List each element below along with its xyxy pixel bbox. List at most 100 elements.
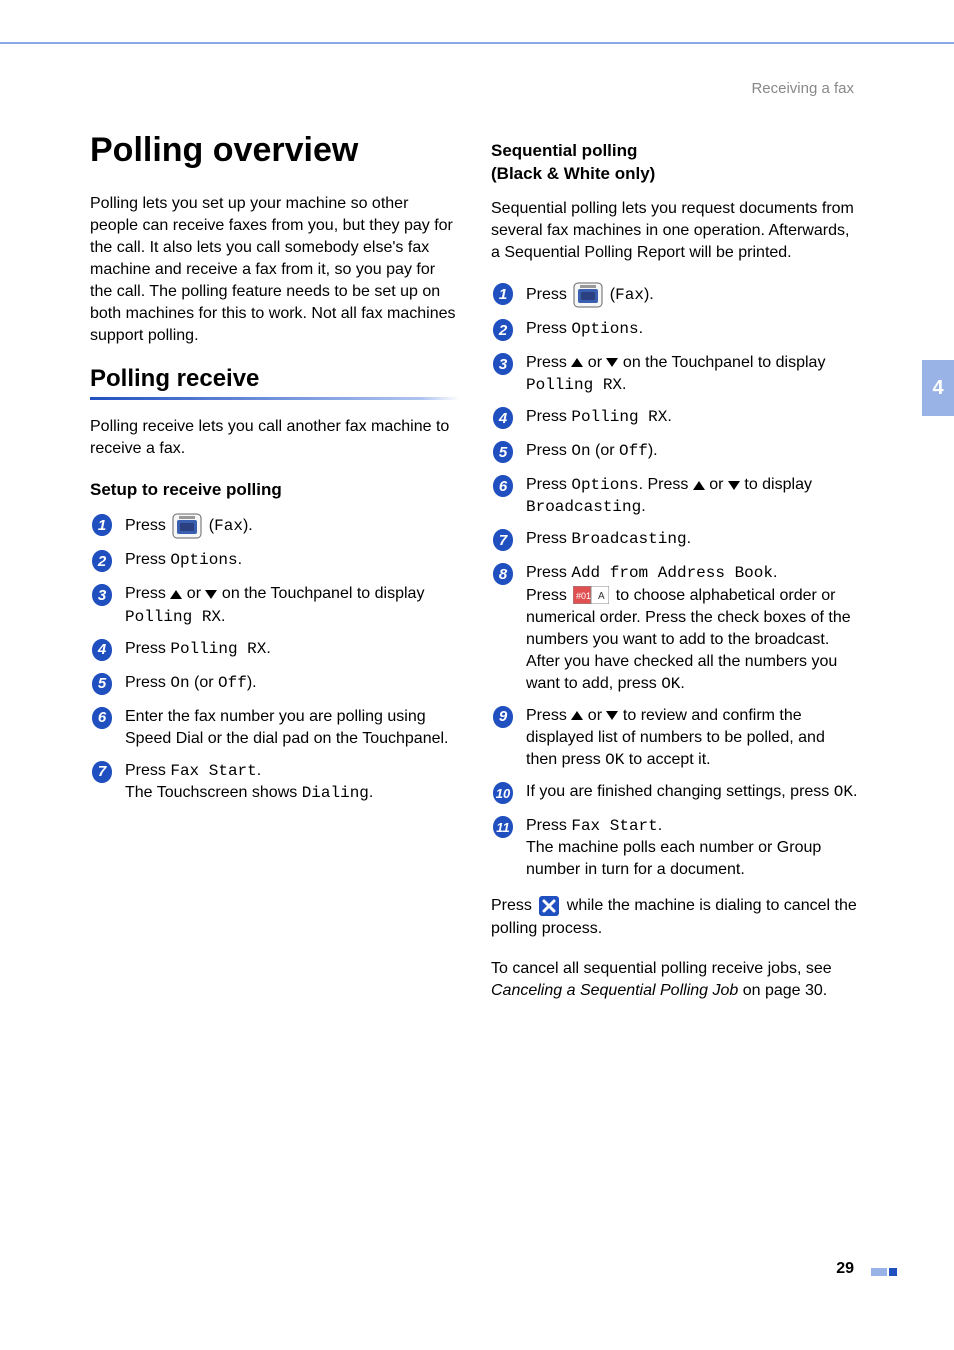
rs5e: ). (648, 442, 658, 459)
s5a: Press (125, 674, 170, 691)
rs3d: Polling RX (526, 376, 622, 394)
step-badge-9: 9 (491, 705, 515, 729)
up-arrow-icon (571, 711, 583, 721)
page-title: Polling overview (90, 130, 459, 171)
step-badge-2: 2 (491, 318, 515, 342)
rstep-8: 8 Press Add from Address Book. Press #01… (491, 562, 860, 694)
step-1: 1 Press (Fax). (90, 513, 459, 539)
s7l2b: Dialing (302, 784, 369, 802)
rs3a: Press (526, 354, 571, 371)
rs6g: . (641, 498, 645, 515)
rs4c: . (667, 408, 671, 425)
s3c: on the Touchpanel to display (217, 585, 424, 602)
s5d: Off (218, 674, 247, 692)
rs8l3b: OK (661, 675, 680, 693)
step-badge-3: 3 (90, 583, 114, 607)
step-badge-6: 6 (90, 706, 114, 730)
step-badge-7: 7 (491, 528, 515, 552)
rs6a: Press (526, 476, 571, 493)
rs7a: Press (526, 530, 571, 547)
cancel-dialing-note: Press while the machine is dialing to ca… (491, 895, 860, 939)
s2b: Options (170, 551, 237, 569)
rstep-9: 9 Press or to review and confirm the dis… (491, 705, 860, 771)
rstep-7: 7 Press Broadcasting. (491, 528, 860, 552)
rs8b: Add from Address Book (571, 564, 773, 582)
rs8l2a: Press (526, 587, 571, 604)
section-header: Receiving a fax (751, 80, 854, 97)
rstep-4: 4 Press Polling RX. (491, 406, 860, 430)
top-rule (0, 42, 954, 44)
s2a: Press (125, 551, 170, 568)
s1c: Fax (214, 518, 243, 536)
step-badge-4: 4 (90, 638, 114, 662)
rs8c: . (773, 564, 777, 581)
s5c: (or (190, 674, 218, 691)
s7c: . (257, 762, 261, 779)
step-badge-3: 3 (491, 352, 515, 376)
rstep-2: 2 Press Options. (491, 318, 860, 342)
rs6e: to display (740, 476, 812, 493)
rs6b: Options (571, 476, 638, 494)
s5b: On (170, 674, 189, 692)
step-badge-10: 10 (491, 781, 515, 805)
rstep-11: 11 Press Fax Start. The machine polls ea… (491, 815, 860, 881)
rs7c: . (687, 530, 691, 547)
step-5: 5 Press On (or Off). (90, 672, 459, 696)
rs1b: ( (605, 286, 615, 303)
rs11b: Fax Start (571, 817, 657, 835)
s4a: Press (125, 640, 170, 657)
step-4: 4 Press Polling RX. (90, 638, 459, 662)
h2-underline (90, 397, 459, 400)
chapter-tab: 4 (922, 360, 954, 416)
footer-decoration (871, 1268, 899, 1278)
step-6: 6 Enter the fax number you are polling u… (90, 706, 459, 750)
s3a: Press (125, 585, 170, 602)
sequential-intro: Sequential polling lets you request docu… (491, 198, 860, 264)
s3d: Polling RX (125, 608, 221, 626)
rstep-1: 1 Press (Fax). (491, 282, 860, 308)
step-badge-1: 1 (491, 282, 515, 306)
s6: Enter the fax number you are polling usi… (125, 706, 459, 750)
rs4a: Press (526, 408, 571, 425)
rs8a: Press (526, 564, 571, 581)
rs5d: Off (619, 442, 648, 460)
down-arrow-icon (205, 589, 217, 599)
s4c: . (266, 640, 270, 657)
down-arrow-icon (606, 711, 618, 721)
rs10a: If you are finished changing settings, p… (526, 783, 834, 800)
s3b: or (182, 585, 205, 602)
s3e: . (221, 608, 225, 625)
step-badge-4: 4 (491, 406, 515, 430)
rs2b: Options (571, 320, 638, 338)
rs11c: . (658, 817, 662, 834)
step-2: 2 Press Options. (90, 549, 459, 573)
chapter-number: 4 (932, 377, 943, 400)
right-column: Sequential polling(Black & White only) S… (491, 130, 860, 1020)
s7l2a: The Touchscreen shows (125, 784, 302, 801)
rs9d: OK (605, 751, 624, 769)
up-arrow-icon (693, 480, 705, 490)
rs4b: Polling RX (571, 408, 667, 426)
s7a: Press (125, 762, 170, 779)
step-badge-6: 6 (491, 474, 515, 498)
rs6c: . Press (639, 476, 693, 493)
fax-icon (172, 513, 202, 539)
rs2a: Press (526, 320, 571, 337)
rs8l3c: . (680, 675, 684, 692)
rs7b: Broadcasting (571, 530, 686, 548)
rs11l2: The machine polls each number or Group n… (526, 839, 821, 878)
rs1a: Press (526, 286, 571, 303)
step-badge-5: 5 (491, 440, 515, 464)
subheading-polling-receive: Polling receive (90, 365, 459, 393)
page-number: 29 (836, 1260, 854, 1278)
polling-receive-intro: Polling receive lets you call another fa… (90, 416, 459, 460)
rs11a: Press (526, 817, 571, 834)
s1a: Press (125, 518, 170, 535)
step-badge-11: 11 (491, 815, 515, 839)
cancel-icon (538, 895, 560, 917)
rs9e: to accept it. (624, 751, 710, 768)
svg-text:A: A (598, 591, 605, 602)
step-badge-7: 7 (90, 760, 114, 784)
down-arrow-icon (728, 480, 740, 490)
rs1d: ). (644, 286, 654, 303)
